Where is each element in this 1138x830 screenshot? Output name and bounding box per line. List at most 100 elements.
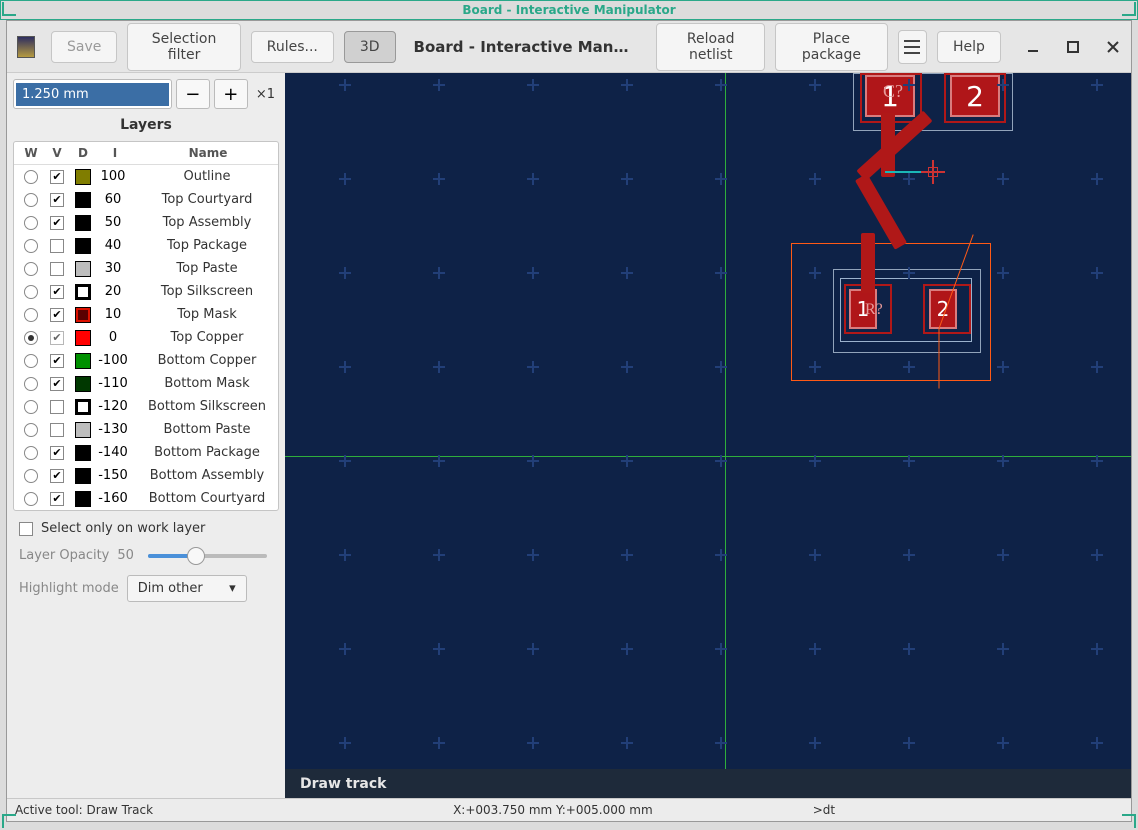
- grid-cross: [903, 455, 915, 467]
- minimize-button[interactable]: [1025, 37, 1041, 57]
- highlight-mode-select[interactable]: Dim other ▾: [127, 575, 247, 602]
- layer-visible-check[interactable]: [50, 262, 64, 276]
- layer-color-swatch[interactable]: [75, 215, 91, 231]
- layer-work-radio[interactable]: [24, 216, 38, 230]
- grid-cross: [903, 173, 915, 185]
- layer-color-swatch[interactable]: [75, 284, 91, 300]
- layer-visible-check[interactable]: [50, 354, 64, 368]
- save-button[interactable]: Save: [51, 31, 117, 63]
- layer-work-radio[interactable]: [24, 354, 38, 368]
- grid-cross: [433, 361, 445, 373]
- layer-visible-check[interactable]: [50, 331, 64, 345]
- grid-cross: [715, 643, 727, 655]
- layer-work-radio[interactable]: [24, 170, 38, 184]
- layer-row[interactable]: -130Bottom Paste: [14, 418, 278, 441]
- layer-index: 30: [96, 261, 134, 276]
- layer-row[interactable]: 40Top Package: [14, 234, 278, 257]
- layer-work-radio[interactable]: [24, 262, 38, 276]
- layer-row[interactable]: 10Top Mask: [14, 303, 278, 326]
- layer-color-swatch[interactable]: [75, 491, 91, 507]
- layer-row[interactable]: -120Bottom Silkscreen: [14, 395, 278, 418]
- window-corner-tl[interactable]: [2, 2, 16, 16]
- app-window: Save Selection filter Rules... 3D Board …: [6, 20, 1132, 822]
- layer-visible-check[interactable]: [50, 423, 64, 437]
- layer-visible-check[interactable]: [50, 216, 64, 230]
- layer-row[interactable]: -140Bottom Package: [14, 441, 278, 464]
- layer-color-swatch[interactable]: [75, 238, 91, 254]
- select-only-row[interactable]: Select only on work layer: [13, 519, 279, 538]
- toolbar: Save Selection filter Rules... 3D Board …: [7, 21, 1131, 73]
- layer-row[interactable]: -160Bottom Courtyard: [14, 487, 278, 510]
- layer-work-radio[interactable]: [24, 469, 38, 483]
- layer-color-swatch[interactable]: [75, 422, 91, 438]
- layer-work-radio[interactable]: [24, 423, 38, 437]
- maximize-button[interactable]: [1065, 37, 1081, 57]
- layer-index: 0: [96, 330, 134, 345]
- layer-color-swatch[interactable]: [75, 307, 91, 323]
- opacity-label: Layer Opacity: [19, 548, 109, 563]
- layer-work-radio[interactable]: [24, 400, 38, 414]
- dimension-decrement[interactable]: −: [176, 79, 210, 109]
- layer-color-swatch[interactable]: [75, 330, 91, 346]
- opacity-slider[interactable]: [148, 554, 267, 558]
- layer-visible-check[interactable]: [50, 239, 64, 253]
- frame-corner-br[interactable]: [1122, 814, 1136, 828]
- window-corner-tr[interactable]: [1122, 2, 1136, 16]
- layer-visible-check[interactable]: [50, 285, 64, 299]
- layer-color-swatch[interactable]: [75, 468, 91, 484]
- layer-row[interactable]: 60Top Courtyard: [14, 188, 278, 211]
- select-only-checkbox[interactable]: [19, 522, 33, 536]
- layer-row[interactable]: 100Outline: [14, 165, 278, 188]
- layer-work-radio[interactable]: [24, 377, 38, 391]
- layer-work-radio[interactable]: [24, 239, 38, 253]
- layer-work-radio[interactable]: [24, 331, 38, 345]
- layer-visible-check[interactable]: [50, 170, 64, 184]
- layer-row[interactable]: -150Bottom Assembly: [14, 464, 278, 487]
- help-button[interactable]: Help: [937, 31, 1001, 63]
- layer-work-radio[interactable]: [24, 492, 38, 506]
- layer-color-swatch[interactable]: [75, 192, 91, 208]
- reload-netlist-button[interactable]: Reload netlist: [656, 23, 765, 71]
- layer-work-radio[interactable]: [24, 308, 38, 322]
- layer-index: -150: [96, 468, 134, 483]
- layer-color-swatch[interactable]: [75, 399, 91, 415]
- layer-row[interactable]: 0Top Copper: [14, 326, 278, 349]
- rules-button[interactable]: Rules...: [251, 31, 334, 63]
- selection-filter-button[interactable]: Selection filter: [127, 23, 240, 71]
- layer-row[interactable]: 20Top Silkscreen: [14, 280, 278, 303]
- board-canvas[interactable]: 1 2 C? 1 2 R?: [285, 73, 1131, 821]
- comp-c-pad2[interactable]: 2: [950, 75, 1000, 117]
- layer-color-swatch[interactable]: [75, 353, 91, 369]
- layer-visible-check[interactable]: [50, 308, 64, 322]
- dimension-increment[interactable]: +: [214, 79, 248, 109]
- layer-color-swatch[interactable]: [75, 169, 91, 185]
- layer-color-swatch[interactable]: [75, 376, 91, 392]
- layer-color-swatch[interactable]: [75, 261, 91, 277]
- layer-color-swatch[interactable]: [75, 445, 91, 461]
- frame-corner-bl[interactable]: [2, 814, 16, 828]
- layer-work-radio[interactable]: [24, 285, 38, 299]
- layer-visible-check[interactable]: [50, 446, 64, 460]
- layer-row[interactable]: 50Top Assembly: [14, 211, 278, 234]
- three-d-button[interactable]: 3D: [344, 31, 396, 63]
- comp-c-pad2-num: 2: [966, 80, 984, 113]
- layer-visible-check[interactable]: [50, 469, 64, 483]
- place-package-button[interactable]: Place package: [775, 23, 888, 71]
- layer-row[interactable]: 30Top Paste: [14, 257, 278, 280]
- layer-work-radio[interactable]: [24, 446, 38, 460]
- dimension-input[interactable]: 1.250 mm: [13, 79, 172, 109]
- grid-cross: [339, 455, 351, 467]
- layer-row[interactable]: -100Bottom Copper: [14, 349, 278, 372]
- layer-visible-check[interactable]: [50, 492, 64, 506]
- grid-cross: [997, 267, 1009, 279]
- grid-cross: [339, 737, 351, 749]
- hamburger-menu-button[interactable]: [898, 30, 927, 64]
- layer-row[interactable]: -110Bottom Mask: [14, 372, 278, 395]
- layer-work-radio[interactable]: [24, 193, 38, 207]
- grid-cross: [1091, 455, 1103, 467]
- close-button[interactable]: [1105, 37, 1121, 57]
- layer-visible-check[interactable]: [50, 400, 64, 414]
- layer-visible-check[interactable]: [50, 377, 64, 391]
- layer-visible-check[interactable]: [50, 193, 64, 207]
- dimension-box: 1.250 mm − + ×1: [13, 79, 279, 109]
